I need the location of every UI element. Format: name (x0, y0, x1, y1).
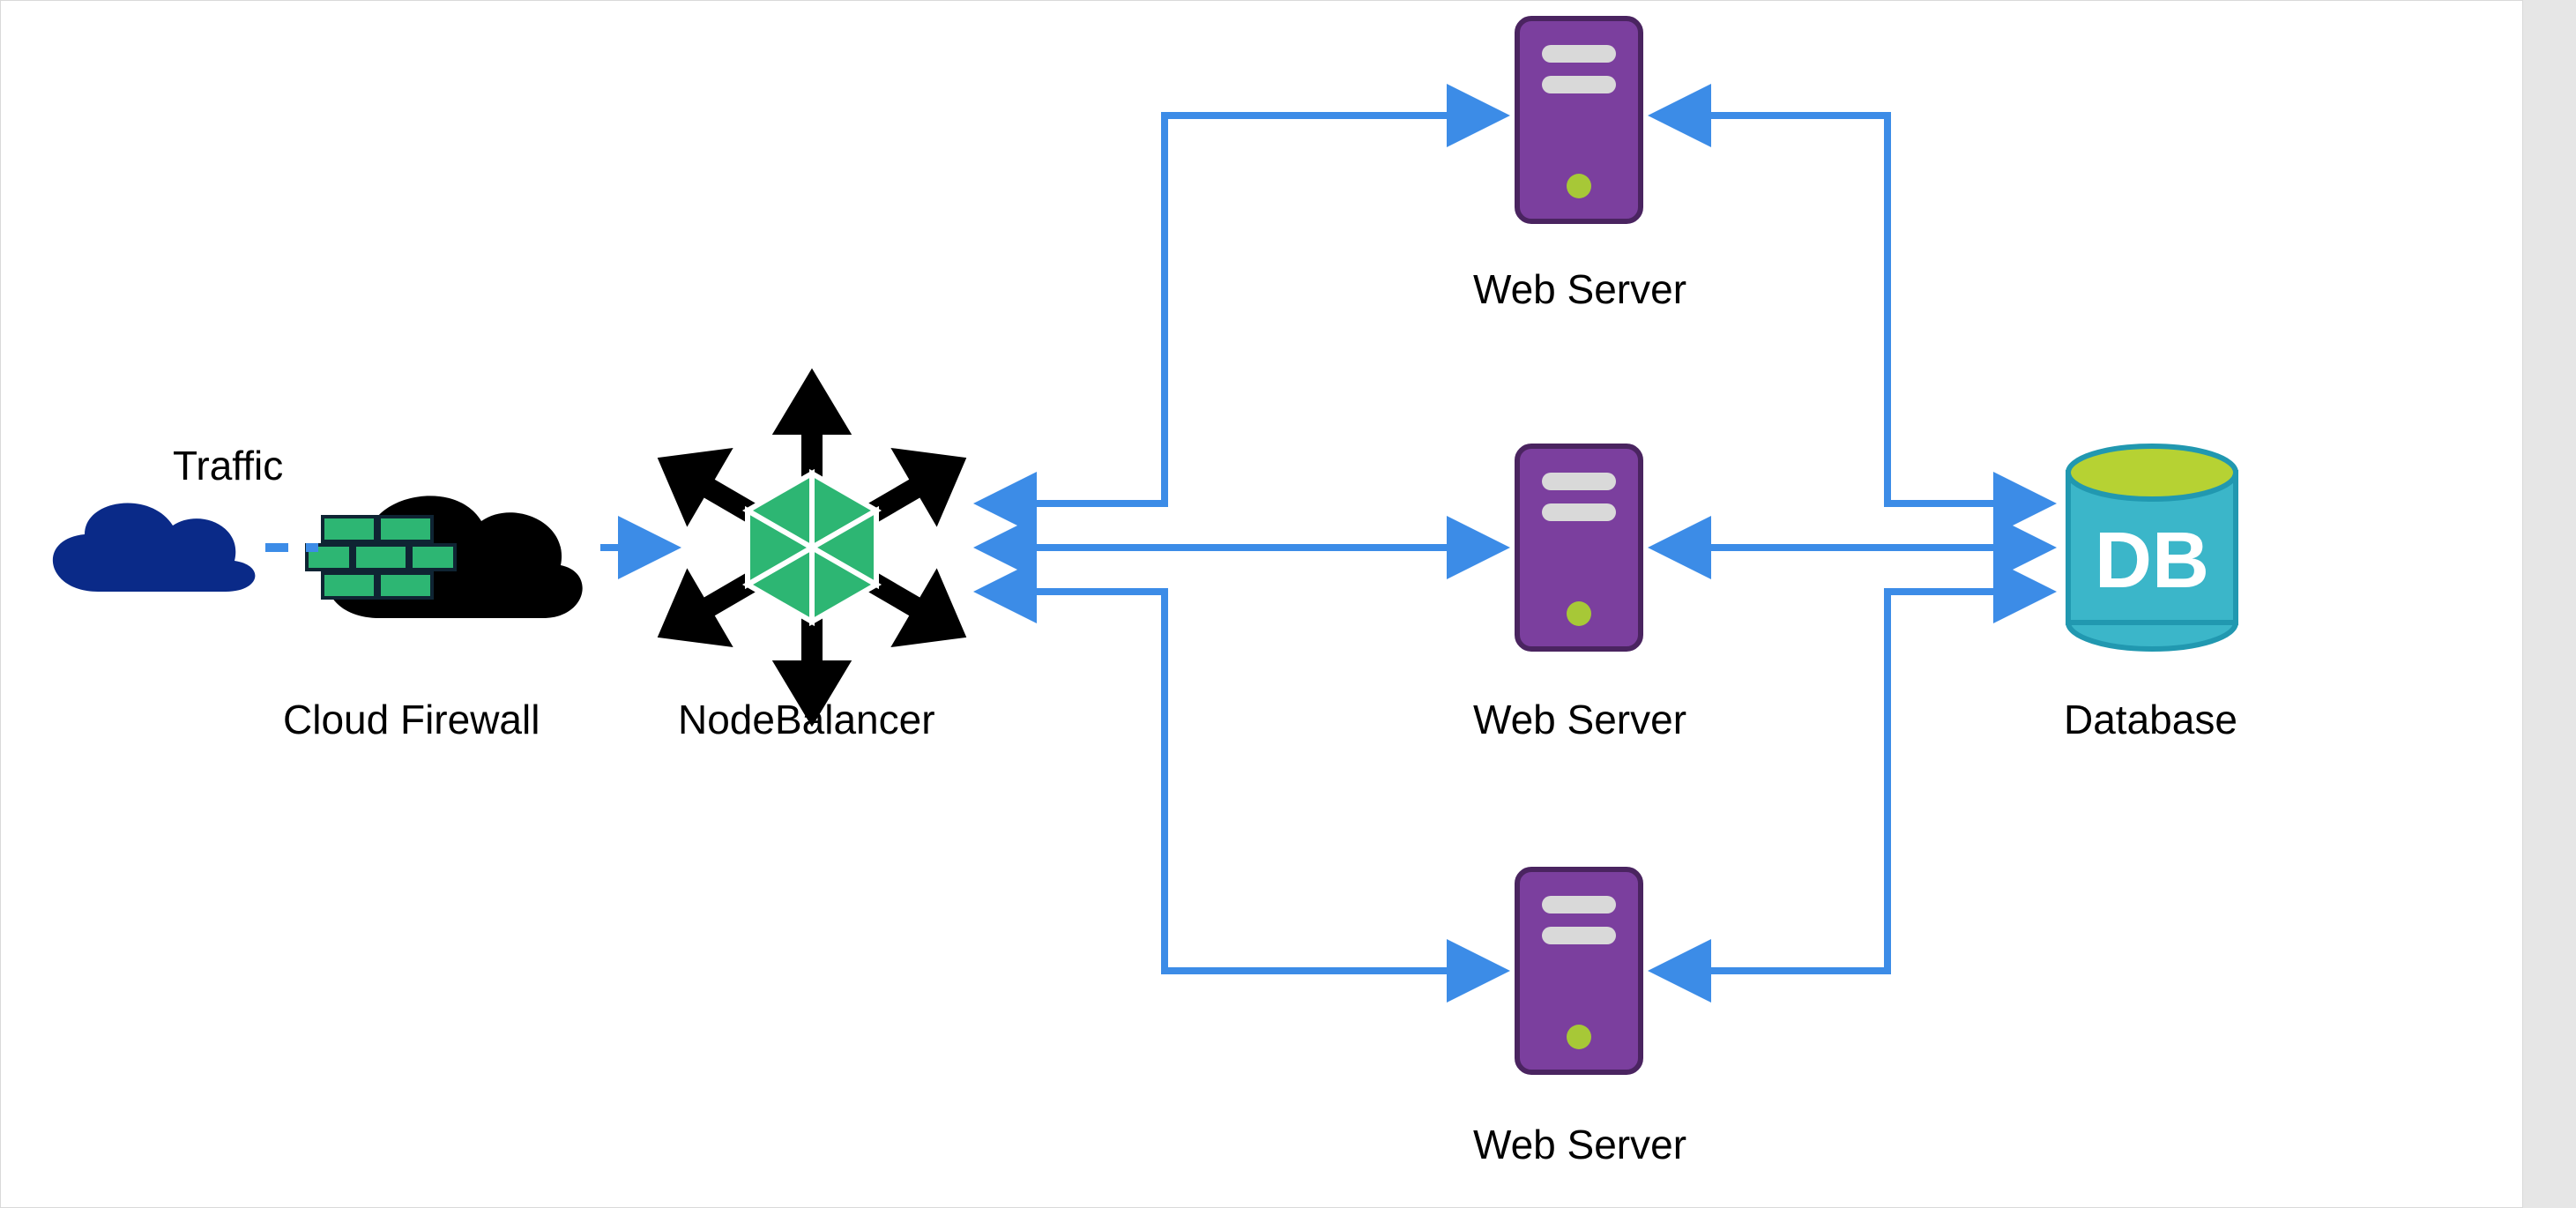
connector-nb-to-web-top (984, 116, 1500, 503)
web-server-top-icon (1517, 19, 1641, 221)
cloud-firewall-label: Cloud Firewall (283, 696, 540, 743)
diagram-svg: DB (1, 1, 2522, 1207)
web-server-bot-label: Web Server (1473, 1121, 1686, 1168)
web-server-bot-icon (1517, 869, 1641, 1072)
diagram-canvas: DB Traffic Cloud Firewall NodeBalancer W… (0, 0, 2523, 1208)
web-server-mid-icon (1517, 446, 1641, 649)
node-balancer-icon (673, 389, 951, 706)
database-db-text: DB (2095, 517, 2209, 605)
database-label: Database (2064, 696, 2237, 743)
connector-nb-to-web-bot (984, 592, 1500, 971)
database-icon: DB (2068, 446, 2236, 649)
web-server-mid-label: Web Server (1473, 696, 1686, 743)
web-server-top-label: Web Server (1473, 265, 1686, 313)
cloud-firewall-icon (307, 496, 583, 618)
traffic-label: Traffic (173, 442, 283, 489)
node-balancer-label: NodeBalancer (678, 696, 935, 743)
traffic-cloud-icon (53, 503, 256, 592)
connector-web-top-to-db (1658, 116, 2046, 503)
connector-web-bot-to-db (1658, 592, 2046, 971)
